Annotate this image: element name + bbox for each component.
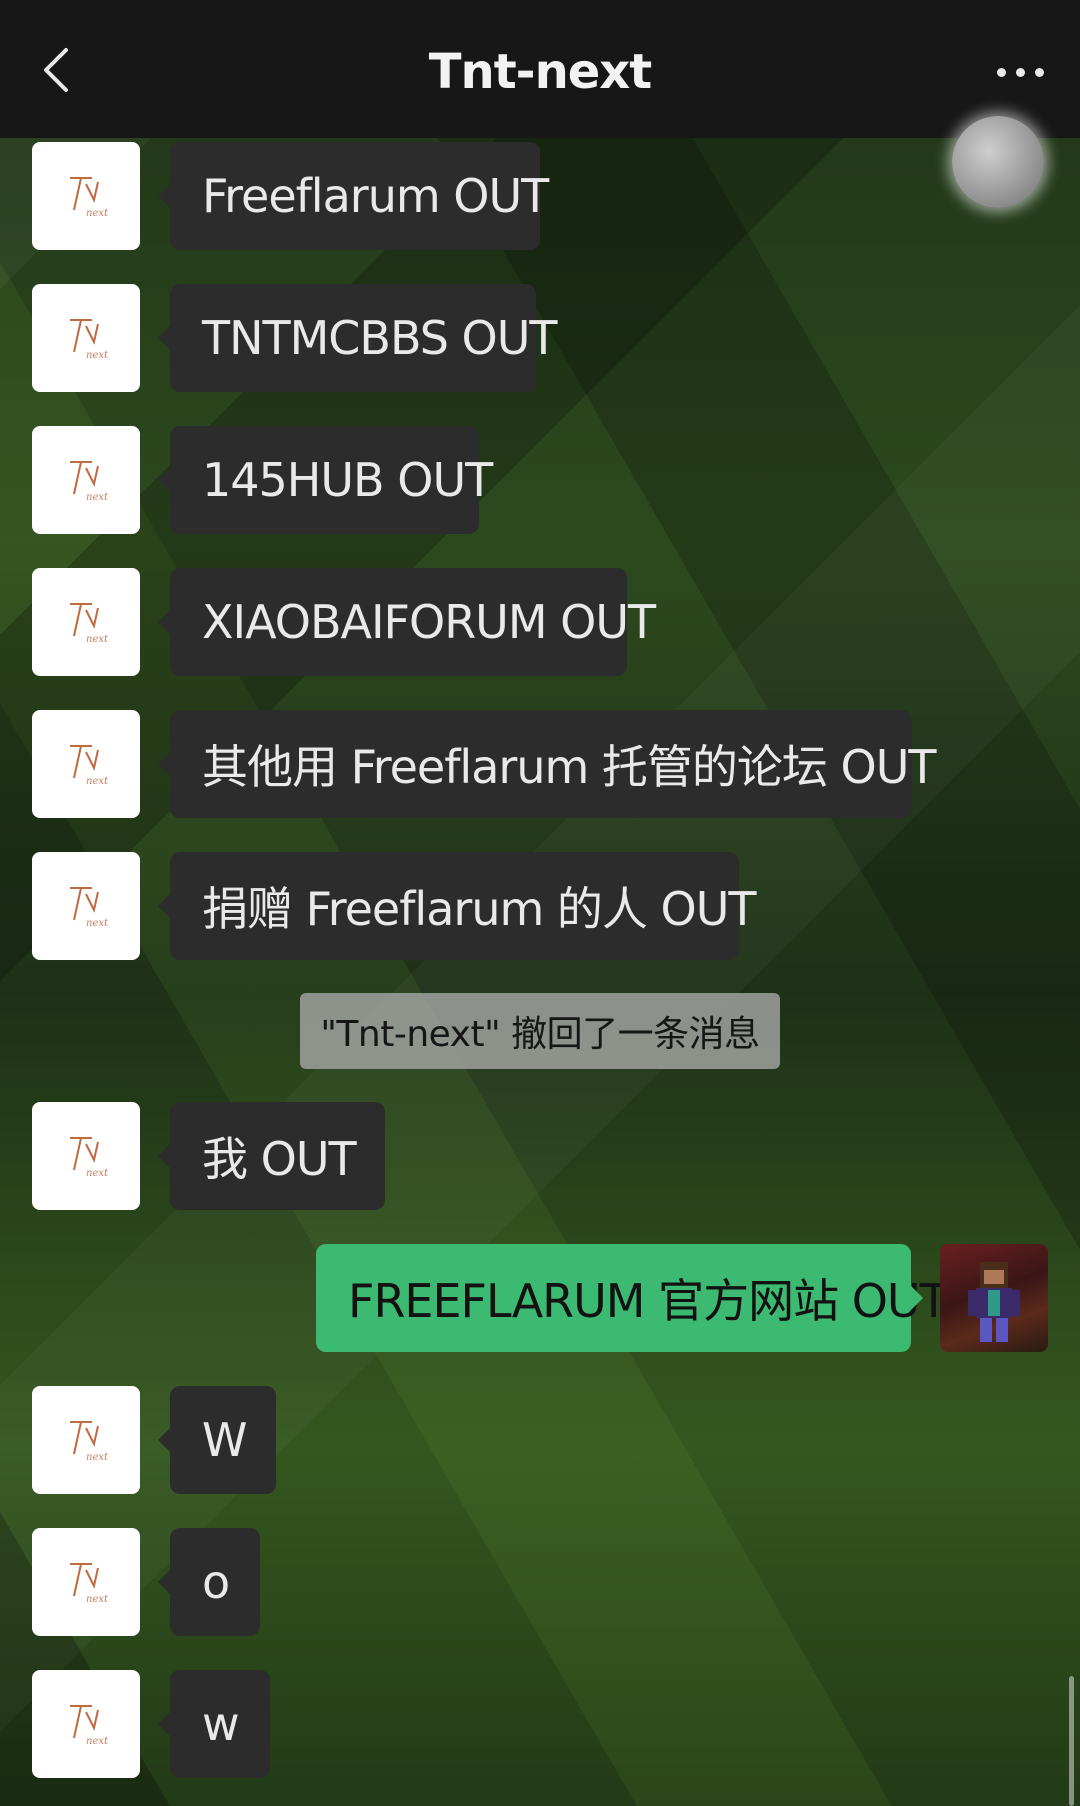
contact-avatar[interactable]: next (32, 710, 140, 818)
message-bubble[interactable]: 我 OUT (158, 1102, 385, 1210)
contact-avatar[interactable]: next (32, 1386, 140, 1494)
contact-avatar[interactable]: next (32, 852, 140, 960)
contact-avatar[interactable]: next (32, 1528, 140, 1636)
scrollbar[interactable] (1069, 1676, 1074, 1806)
svg-text:next: next (86, 1594, 108, 1605)
svg-text:next: next (86, 492, 108, 503)
svg-text:next: next (86, 1452, 108, 1463)
contact-avatar[interactable]: next (32, 284, 140, 392)
svg-text:next: next (86, 1168, 108, 1179)
message-bubble[interactable]: o (158, 1528, 260, 1636)
my-message-bubble[interactable]: FREEFLARUM 官方网站 OUT (316, 1244, 948, 1352)
recall-notice: "Tnt-next" 撤回了一条消息 (300, 993, 780, 1069)
floating-ball[interactable] (952, 116, 1044, 208)
message-bubble[interactable]: Freeflarum OUT (158, 142, 549, 250)
contact-avatar[interactable]: next (32, 142, 140, 250)
message-bubble[interactable]: W (158, 1386, 276, 1494)
message-bubble[interactable]: 捐赠 Freeflarum 的人 OUT (158, 852, 757, 960)
contact-avatar[interactable]: next (32, 568, 140, 676)
message-bubble[interactable]: 145HUB OUT (158, 426, 493, 534)
svg-text:next: next (86, 634, 108, 645)
svg-text:next: next (86, 350, 108, 361)
message-bubble[interactable]: w (158, 1670, 270, 1778)
svg-text:next: next (86, 1736, 108, 1747)
top-bar: Tnt-next (0, 0, 1080, 138)
svg-text:next: next (86, 208, 108, 219)
ellipsis-icon[interactable] (984, 48, 1056, 96)
my-avatar[interactable] (940, 1244, 1048, 1352)
svg-text:next: next (86, 918, 108, 929)
message-bubble[interactable]: 其他用 Freeflarum 托管的论坛 OUT (158, 710, 937, 818)
message-list[interactable]: next Freeflarum OUT next TNTMCBBS OUT ne… (0, 0, 1080, 1806)
message-bubble[interactable]: TNTMCBBS OUT (158, 284, 558, 392)
chat-title: Tnt-next (428, 44, 652, 100)
contact-avatar[interactable]: next (32, 426, 140, 534)
contact-avatar[interactable]: next (32, 1670, 140, 1778)
message-bubble[interactable]: XIAOBAIFORUM OUT (158, 568, 656, 676)
svg-text:next: next (86, 776, 108, 787)
contact-avatar[interactable]: next (32, 1102, 140, 1210)
